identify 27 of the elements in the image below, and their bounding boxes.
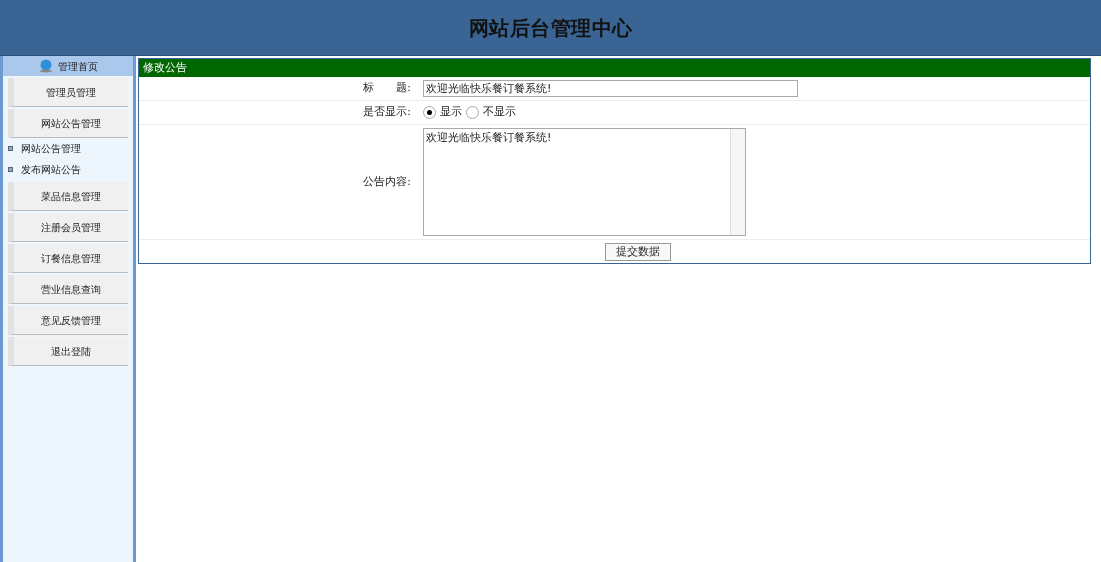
content-textarea[interactable]: 欢迎光临快乐餐订餐系统!: [423, 128, 746, 236]
menu-item[interactable]: 菜品信息管理: [8, 182, 128, 211]
menu-item[interactable]: 管理员管理: [8, 78, 128, 107]
submit-button[interactable]: 提交数据: [604, 242, 671, 261]
title-input[interactable]: 欢迎光临快乐餐订餐系统!: [423, 80, 798, 97]
bullet-icon: [8, 167, 13, 172]
menu-item[interactable]: 营业信息查询: [8, 275, 128, 304]
panel-title: 修改公告: [139, 59, 1090, 77]
menu-item[interactable]: 订餐信息管理: [8, 244, 128, 273]
globe-icon: [38, 59, 54, 73]
radio-label: 显示: [440, 104, 462, 121]
bullet-icon: [8, 146, 13, 151]
submenu-link[interactable]: 发布网站公告: [21, 162, 81, 177]
menu-item[interactable]: 意见反馈管理: [8, 306, 128, 335]
field-label: 标 题:: [363, 80, 411, 97]
menu-item[interactable]: 网站公告管理: [8, 109, 128, 138]
header-title: 网站后台管理中心: [468, 14, 633, 42]
menu-item[interactable]: 注册会员管理: [8, 213, 128, 242]
radio-button[interactable]: [466, 106, 479, 119]
radio-label: 不显示: [483, 104, 516, 121]
scrollbar[interactable]: [730, 129, 745, 235]
field-label: 公告内容:: [363, 173, 411, 190]
field-label: 是否显示:: [363, 104, 411, 121]
radio-button[interactable]: [423, 106, 436, 119]
submenu-link[interactable]: 网站公告管理: [21, 141, 81, 156]
menu-item[interactable]: 退出登陆: [8, 337, 128, 366]
home-link[interactable]: 管理首页: [58, 58, 98, 74]
